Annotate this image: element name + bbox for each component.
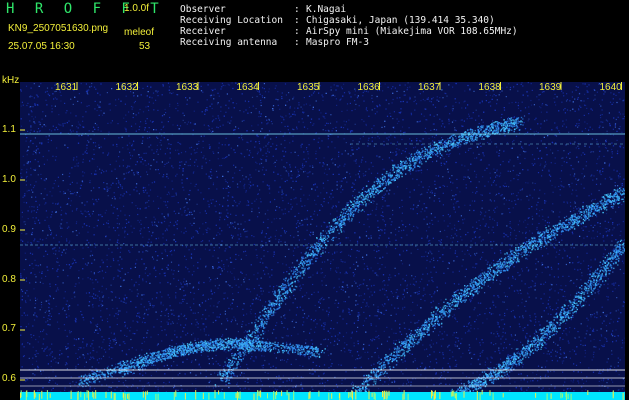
baseline-band (20, 392, 625, 400)
meta-row-observer: Observer : K.Nagai (180, 4, 518, 15)
meta-colon: : (294, 4, 300, 15)
spectrogram-plot[interactable]: 1631 1632 1633 1634 1635 1636 1637 1638 1639 1640 (20, 82, 625, 400)
meta-value: K.Nagai (306, 4, 347, 15)
time-label: 1637 (418, 82, 441, 93)
y-tick-label: 0.9 (2, 224, 16, 235)
y-tick-label: 1.1 (2, 124, 16, 135)
y-axis-unit: kHz (2, 75, 20, 86)
header-bar: H R O F F T 1.0.0f KN9_2507051630.png 25… (0, 0, 629, 74)
y-tick-label: 0.7 (2, 323, 16, 334)
time-label: 1639 (539, 82, 562, 93)
meta-key: Receiver (180, 26, 226, 37)
meta-value: AirSpy mini (Miakejima VOR 108.65MHz) (306, 26, 518, 37)
meta-row-receiver: Receiver : AirSpy mini (Miakejima VOR 10… (180, 26, 518, 37)
time-label: 1632 (116, 82, 139, 93)
version-label: 1.0.0f (124, 3, 150, 14)
meta-row-antenna: Receiving antenna : Maspro FM-3 (180, 37, 518, 48)
time-label: 1638 (479, 82, 502, 93)
y-tick-label: 0.6 (2, 373, 16, 384)
meta-key: Observer (180, 4, 226, 15)
time-label: 1640 (600, 82, 623, 93)
y-tick-label: 1.0 (2, 174, 16, 185)
meta-value: Chigasaki, Japan (139.414 35.340) (306, 15, 495, 26)
time-label: 1633 (176, 82, 199, 93)
meta-colon: : (294, 26, 300, 37)
meleof-value: 53 (139, 41, 151, 52)
time-label: 1635 (297, 82, 320, 93)
meta-key: Receiving Location (180, 15, 283, 26)
datetime-label: 25.07.05 16:30 (8, 41, 75, 52)
meta-row-location: Receiving Location : Chigasaki, Japan (1… (180, 15, 518, 26)
metadata-panel: Observer : K.Nagai Receiving Location : … (180, 4, 518, 48)
meta-colon: : (294, 37, 300, 48)
meleof-label: meleof (124, 27, 155, 38)
time-label: 1631 (55, 82, 78, 93)
y-tick-label: 0.8 (2, 274, 16, 285)
time-label: 1636 (358, 82, 381, 93)
time-label: 1634 (237, 82, 260, 93)
meta-value: Maspro FM-3 (306, 37, 369, 48)
meta-colon: : (294, 15, 300, 26)
meta-key: Receiving antenna (180, 37, 278, 48)
filename-label: KN9_2507051630.png (8, 23, 109, 34)
spectrogram-canvas[interactable]: 1631 1632 1633 1634 1635 1636 1637 1638 1639 1640 (20, 82, 625, 400)
